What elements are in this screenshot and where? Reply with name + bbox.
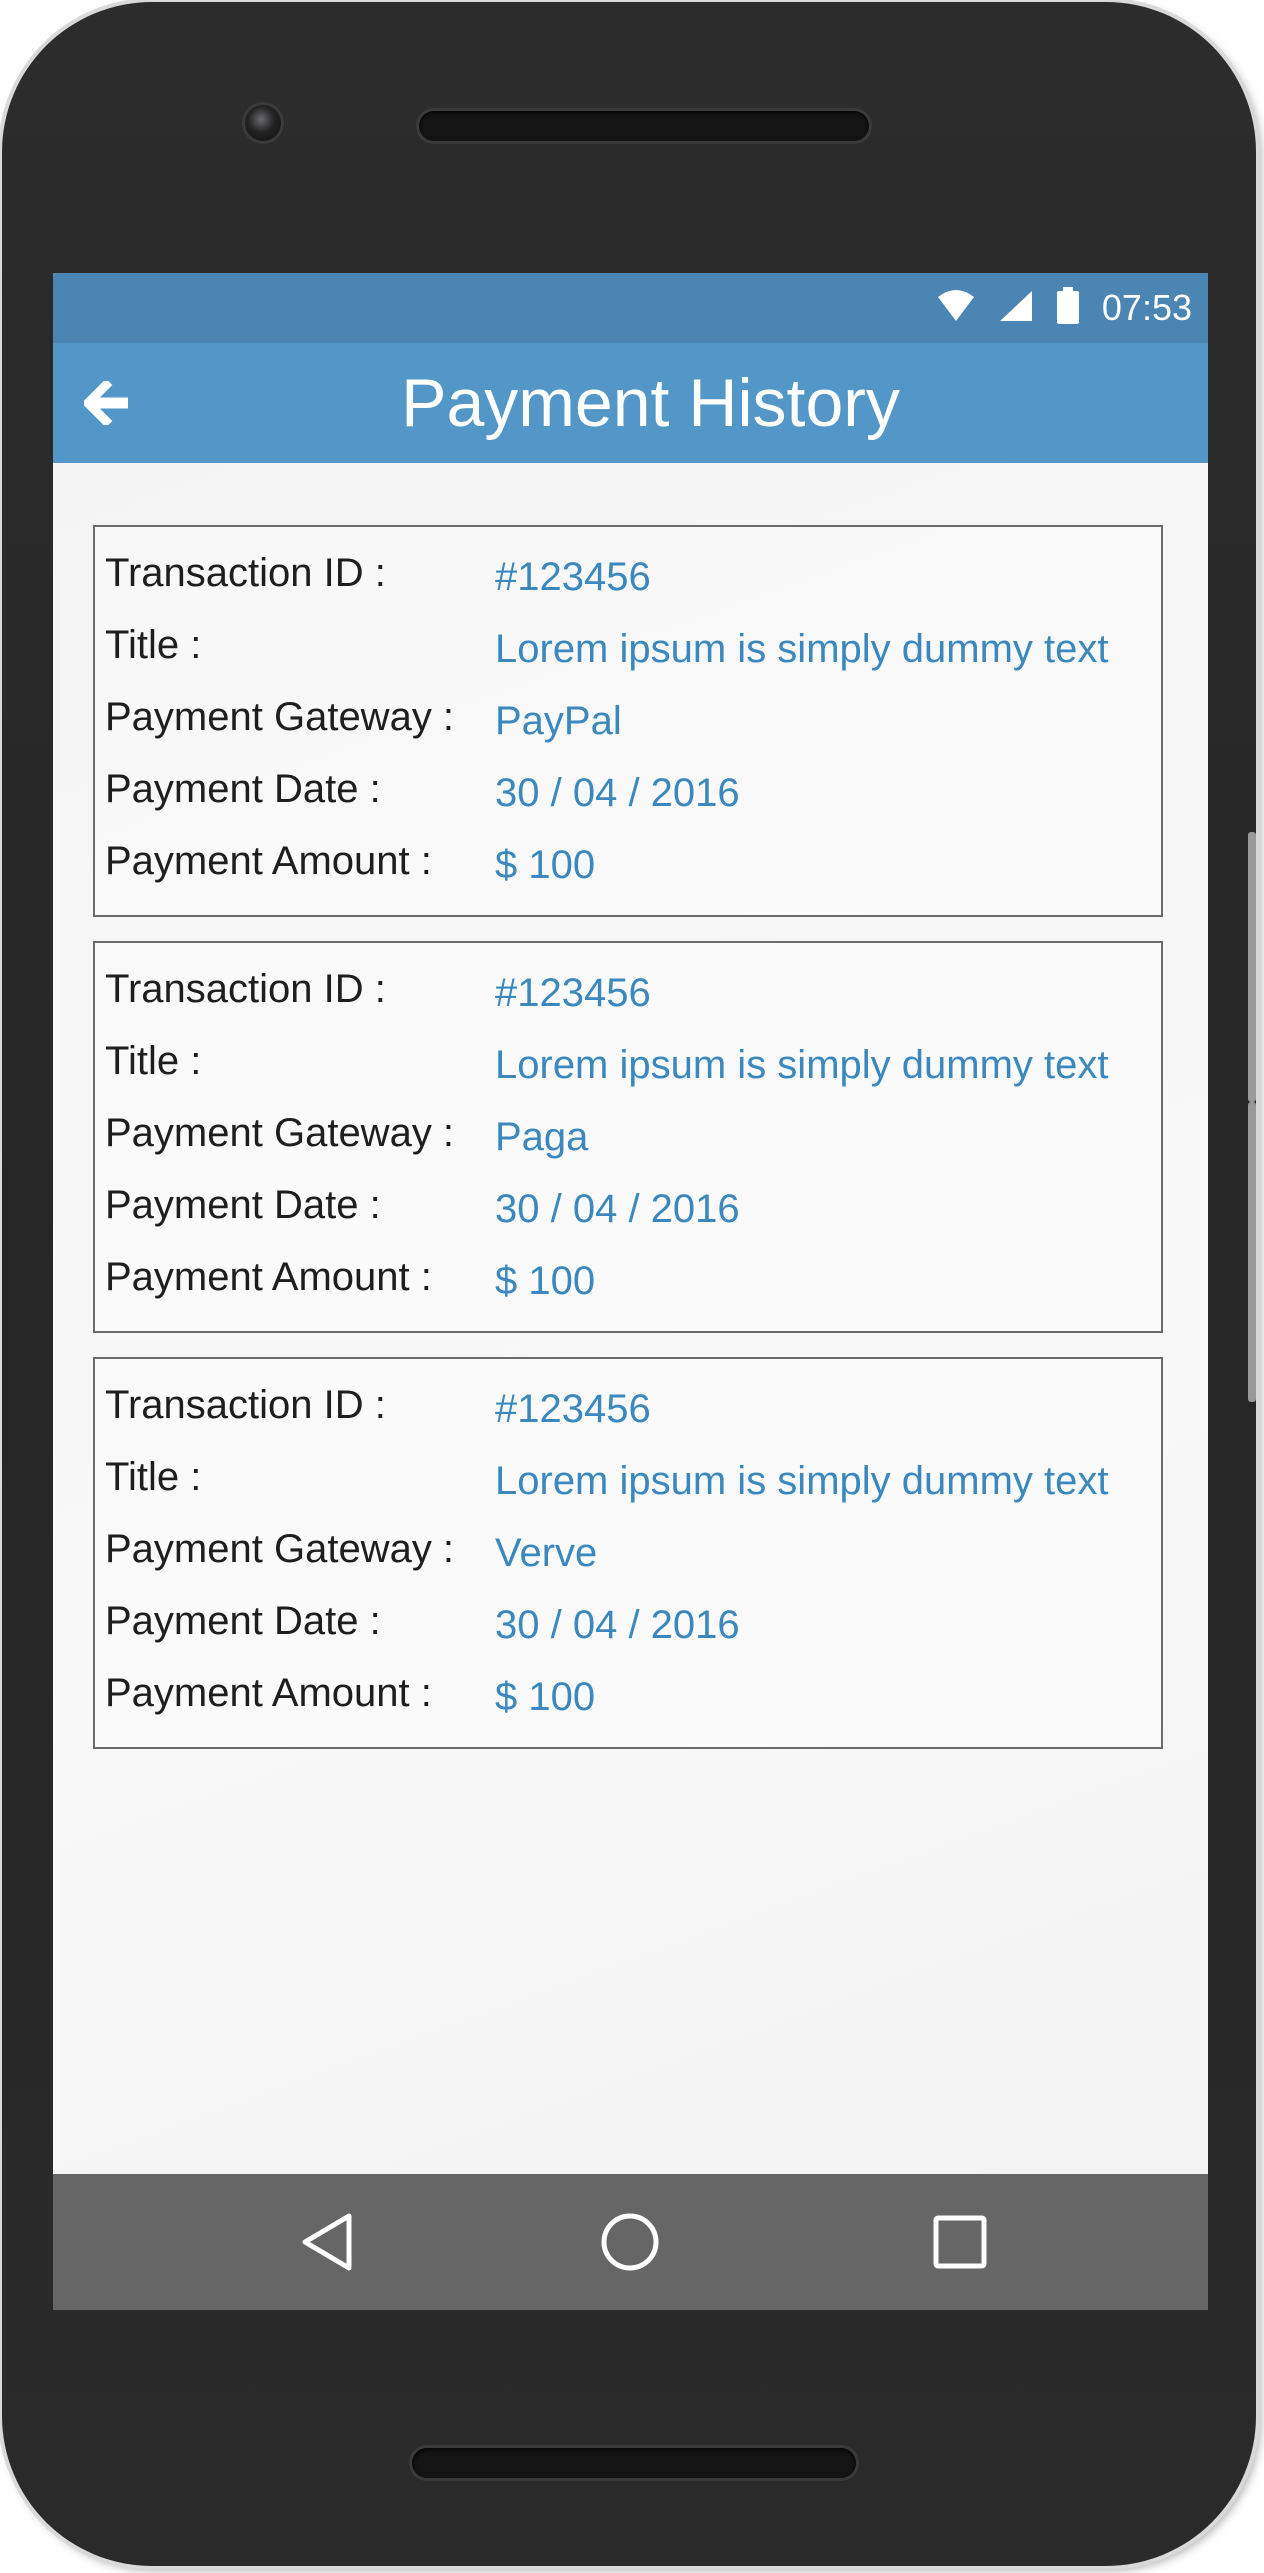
payment-list: Transaction ID : #123456 Title : Lorem i… (93, 525, 1165, 1773)
nav-home-button[interactable] (590, 2202, 670, 2282)
status-bar: 07:53 (53, 273, 1208, 343)
transaction-id-row: Transaction ID : #123456 (105, 967, 1155, 1027)
date-row: Payment Date : 30 / 04 / 2016 (105, 767, 1155, 827)
payment-card[interactable]: Transaction ID : #123456 Title : Lorem i… (93, 525, 1163, 917)
gateway-row: Payment Gateway : Paga (105, 1111, 1155, 1171)
status-time: 07:53 (1101, 287, 1192, 328)
amount-row: Payment Amount : $ 100 (105, 839, 1155, 899)
transaction-id-row: Transaction ID : #123456 (105, 551, 1155, 611)
arrow-back-icon (84, 381, 128, 425)
title-value: Lorem ipsum is simply dummy text (495, 1459, 1109, 1503)
navigation-bar (53, 2174, 1208, 2310)
title-label: Title : (105, 623, 202, 667)
gateway-value: PayPal (495, 699, 622, 743)
transaction-id-label: Transaction ID : (105, 1383, 386, 1427)
amount-value: $ 100 (495, 1259, 596, 1303)
amount-label: Payment Amount : (105, 1671, 432, 1715)
home-circle-icon (601, 2213, 659, 2271)
title-value: Lorem ipsum is simply dummy text (495, 627, 1109, 671)
date-row: Payment Date : 30 / 04 / 2016 (105, 1183, 1155, 1243)
amount-value: $ 100 (495, 1675, 596, 1719)
transaction-id-label: Transaction ID : (105, 967, 386, 1011)
transaction-id-label: Transaction ID : (105, 551, 386, 595)
front-camera (245, 105, 281, 141)
date-label: Payment Date : (105, 1599, 381, 1643)
recents-square-icon (933, 2215, 987, 2269)
gateway-row: Payment Gateway : PayPal (105, 695, 1155, 755)
gateway-value: Paga (495, 1115, 589, 1159)
gateway-label: Payment Gateway : (105, 1111, 455, 1155)
power-button (1248, 1102, 1256, 1402)
transaction-id-value: #123456 (495, 555, 651, 599)
amount-row: Payment Amount : $ 100 (105, 1671, 1155, 1731)
transaction-id-row: Transaction ID : #123456 (105, 1383, 1155, 1443)
amount-value: $ 100 (495, 843, 596, 887)
amount-label: Payment Amount : (105, 1255, 432, 1299)
signal-icon (998, 289, 1034, 328)
date-value: 30 / 04 / 2016 (495, 771, 740, 815)
amount-row: Payment Amount : $ 100 (105, 1255, 1155, 1315)
volume-button (1248, 832, 1256, 1102)
status-icons: 07:53 (936, 273, 1192, 343)
title-label: Title : (105, 1039, 202, 1083)
title-value: Lorem ipsum is simply dummy text (495, 1043, 1109, 1087)
title-row: Title : Lorem ipsum is simply dummy text (105, 1039, 1155, 1099)
date-label: Payment Date : (105, 1183, 381, 1227)
back-triangle-icon (302, 2213, 352, 2271)
page-title: Payment History (401, 365, 900, 441)
nav-back-button[interactable] (287, 2202, 367, 2282)
payment-card[interactable]: Transaction ID : #123456 Title : Lorem i… (93, 1357, 1163, 1749)
title-row: Title : Lorem ipsum is simply dummy text (105, 1455, 1155, 1515)
date-row: Payment Date : 30 / 04 / 2016 (105, 1599, 1155, 1659)
gateway-label: Payment Gateway : (105, 695, 455, 739)
gateway-label: Payment Gateway : (105, 1527, 455, 1571)
date-value: 30 / 04 / 2016 (495, 1603, 740, 1647)
amount-label: Payment Amount : (105, 839, 432, 883)
back-button[interactable] (77, 373, 137, 433)
gateway-value: Verve (495, 1531, 598, 1575)
battery-icon (1056, 286, 1080, 330)
bottom-speaker (412, 2448, 856, 2478)
date-value: 30 / 04 / 2016 (495, 1187, 740, 1231)
transaction-id-value: #123456 (495, 1387, 651, 1431)
payment-card[interactable]: Transaction ID : #123456 Title : Lorem i… (93, 941, 1163, 1333)
top-speaker (419, 111, 869, 141)
app-bar: Payment History (53, 343, 1208, 463)
phone-frame: 07:53 Payment History Transaction ID : #… (2, 2, 1256, 2566)
transaction-id-value: #123456 (495, 971, 651, 1015)
screen: 07:53 Payment History Transaction ID : #… (53, 273, 1208, 2310)
title-label: Title : (105, 1455, 202, 1499)
nav-recents-button[interactable] (920, 2202, 1000, 2282)
date-label: Payment Date : (105, 767, 381, 811)
gateway-row: Payment Gateway : Verve (105, 1527, 1155, 1587)
wifi-icon (936, 289, 976, 328)
title-row: Title : Lorem ipsum is simply dummy text (105, 623, 1155, 683)
